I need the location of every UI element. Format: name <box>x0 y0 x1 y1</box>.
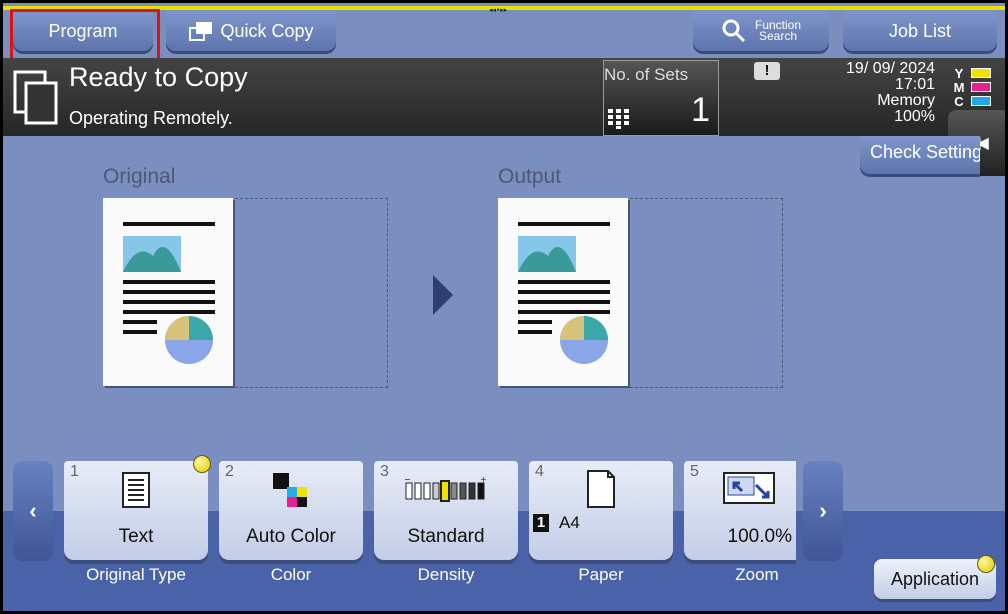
original-type-button[interactable]: 1 Text <box>64 461 208 560</box>
keypad-icon[interactable] <box>608 109 630 129</box>
toner-letter: Y <box>954 65 964 81</box>
job-list-label: Job List <box>888 20 952 41</box>
quick-copy-button[interactable]: Quick Copy <box>166 11 336 51</box>
setting-number: 1 <box>70 463 79 480</box>
document-preview-icon <box>123 222 215 364</box>
output-label: Output <box>498 165 562 188</box>
drag-handle-icon[interactable]: ◂◂•▸▸ <box>489 6 507 14</box>
search-icon <box>722 19 746 43</box>
date-text: 19/ 09/ 2024 <box>846 60 935 77</box>
original-label: Original <box>103 165 176 188</box>
setting-value: Auto Color <box>246 526 336 547</box>
setting-number: 2 <box>225 463 234 480</box>
sets-value: 1 <box>691 91 710 129</box>
screen-frame: ◂◂•▸▸ Program Quick Copy Function Search… <box>0 0 1008 614</box>
setting-number: 5 <box>690 463 699 480</box>
changed-indicator-dot <box>193 455 211 473</box>
output-page-preview <box>498 198 628 386</box>
copy-mode-icon <box>13 70 58 125</box>
date-time-memory: 19/ 09/ 2024 17:01 Memory 100% <box>846 61 935 125</box>
quick-copy-label: Quick Copy <box>220 20 314 41</box>
toner-row: Y <box>951 65 999 81</box>
prev-settings-button[interactable]: ‹ <box>13 461 53 561</box>
toner-letter: C <box>954 93 964 109</box>
paper-tray-info: 1 A4 <box>533 513 580 533</box>
paper-icon <box>587 470 615 508</box>
toner-letter: M <box>953 79 965 95</box>
auto-color-icon <box>273 473 307 507</box>
status-subtitle: Operating Remotely. <box>69 108 233 128</box>
number-of-sets-field[interactable]: No. of Sets 1 <box>603 60 719 136</box>
density-button[interactable]: 3 − + Standard <box>374 461 518 560</box>
status-title: Ready to Copy <box>69 62 248 92</box>
paper-size: A4 <box>559 513 580 532</box>
copy-screen: ◂◂•▸▸ Program Quick Copy Function Search… <box>3 3 1005 611</box>
zoom-caption: Zoom <box>735 565 779 584</box>
toner-level-icon <box>971 82 991 92</box>
setting-value: 100.0% <box>727 526 792 547</box>
paper-button[interactable]: 4 1 A4 <box>529 461 673 560</box>
arrow-right-icon <box>433 275 453 315</box>
alert-icon[interactable]: ! <box>754 62 780 80</box>
document-preview-icon <box>518 222 610 364</box>
next-settings-button[interactable]: › <box>803 461 843 561</box>
memory-label: Memory <box>877 92 935 109</box>
check-setting-button[interactable]: Check Setting <box>860 136 980 174</box>
text-document-icon <box>122 472 150 508</box>
tray-number-badge: 1 <box>533 514 549 532</box>
toner-level-icon <box>971 96 991 106</box>
zoom-icon <box>723 472 775 504</box>
chevron-right-icon: › <box>819 498 827 523</box>
zoom-button[interactable]: 5 100.0% <box>684 461 796 560</box>
sets-label: No. of Sets <box>604 65 689 84</box>
setting-number: 3 <box>380 463 389 480</box>
paper-caption: Paper <box>578 565 624 584</box>
changed-indicator-dot <box>977 555 995 573</box>
setting-value: Standard <box>407 526 485 547</box>
original-page-preview <box>103 198 233 386</box>
application-label: Application <box>890 568 980 589</box>
toner-row: M <box>951 79 999 95</box>
density-scale-icon: − + <box>404 475 487 502</box>
quick-copy-icon <box>189 22 213 41</box>
density-caption: Density <box>417 565 475 584</box>
status-bar: Ready to Copy Operating Remotely. No. of… <box>3 58 1005 136</box>
memory-value: 100% <box>894 108 935 125</box>
toner-level-icon <box>971 68 991 78</box>
chevron-left-icon: ‹ <box>29 498 37 523</box>
function-search-line2: Search <box>758 29 798 43</box>
job-list-button[interactable]: Job List <box>843 11 997 51</box>
function-search-button[interactable]: Function Search <box>693 11 829 51</box>
color-button[interactable]: 2 Auto Color <box>219 461 363 560</box>
selection-highlight <box>10 9 160 63</box>
original-type-caption: Original Type <box>86 565 186 584</box>
time-text: 17:01 <box>894 76 935 93</box>
check-setting-label: Check Setting <box>870 142 980 162</box>
toner-row: C <box>951 93 999 109</box>
setting-value: Text <box>118 526 154 547</box>
color-caption: Color <box>270 565 312 584</box>
setting-number: 4 <box>535 463 544 480</box>
